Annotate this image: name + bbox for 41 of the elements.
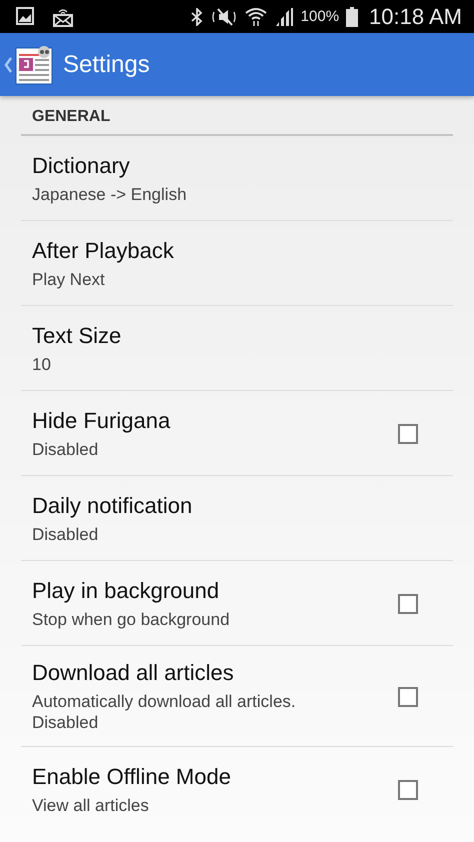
checkbox[interactable] [398,594,418,614]
setting-summary: 10 [32,354,52,374]
email-icon [52,6,74,26]
mute-icon [210,8,238,26]
setting-row[interactable]: Hide Furigana Disabled [21,391,453,476]
back-icon [4,56,12,72]
setting-row[interactable]: After Playback Play Next [21,221,453,306]
setting-title: Text Size [32,322,122,348]
section-header: GENERAL [21,96,453,136]
bluetooth-icon [190,8,203,26]
setting-row[interactable]: Daily notification Disabled [21,476,453,561]
screen-title: Settings [63,50,150,78]
setting-row[interactable]: Play in background Stop when go background [21,561,453,646]
setting-title: After Playback [32,238,175,264]
setting-title: Dictionary [32,152,131,178]
setting-summary: Play Next [32,268,106,290]
setting-row[interactable]: Download all articles Automatically download all articles. Disabled [21,646,453,747]
battery-percent: 100% [300,8,340,25]
wifi-icon [244,6,267,26]
setting-title: Daily notification [32,492,194,518]
checkbox[interactable] [398,686,418,706]
checkbox[interactable] [398,780,418,800]
clock: 10:18 AM [369,4,462,30]
setting-row[interactable]: Dictionary Japanese -> English [21,136,453,221]
setting-summary: Disabled [32,438,100,460]
setting-summary: Stop when go background [32,608,231,630]
app-logo-icon [15,44,55,84]
setting-summary: Automatically download all articles. Disabled [32,691,297,733]
setting-title: Download all articles [32,660,235,686]
setting-title: Play in background [32,578,220,604]
setting-row[interactable]: Text Size 10 [21,306,453,391]
battery-icon [346,6,358,26]
setting-title: Enable Offline Mode [32,764,232,790]
setting-summary: View all articles [32,794,150,816]
setting-summary: Disabled [32,524,100,544]
signal-icon [274,8,294,26]
checkbox[interactable] [398,424,418,444]
setting-title: Hide Furigana [32,408,172,434]
setting-summary: Japanese -> English [32,184,188,204]
gallery-icon [16,6,34,24]
setting-row[interactable]: Enable Offline Mode View all articles [21,747,453,831]
